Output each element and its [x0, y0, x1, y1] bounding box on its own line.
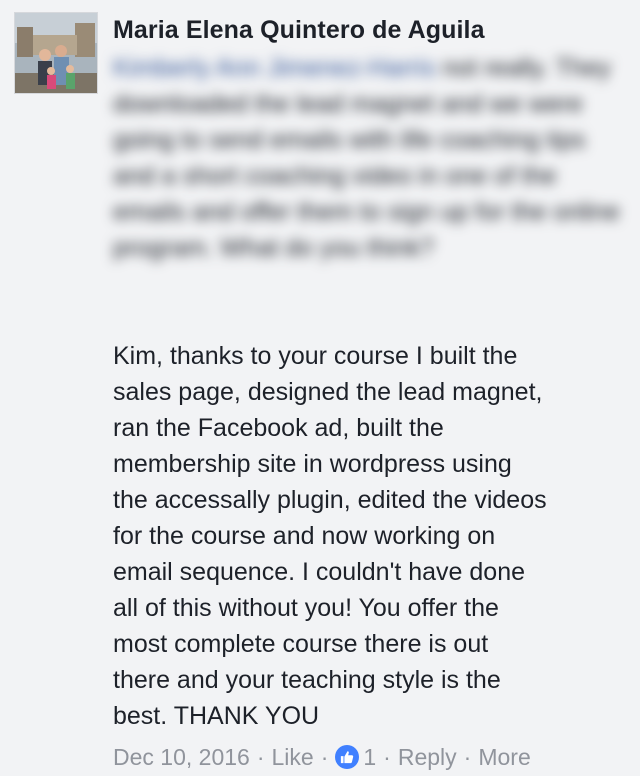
like-count[interactable]: 1 — [363, 744, 376, 771]
separator: · — [383, 743, 391, 770]
comment-body: Kim, thanks to your course I built the s… — [113, 342, 547, 730]
thumbs-up-icon[interactable] — [335, 745, 360, 769]
avatar[interactable] — [14, 12, 98, 94]
separator: · — [256, 743, 265, 770]
separator: · — [463, 743, 472, 770]
comment: Maria Elena Quintero de Aguila Kimberly … — [0, 0, 640, 776]
blurred-text: not really. They downloaded the lead mag… — [113, 54, 620, 262]
comment-meta: Dec 10, 2016 · Like · 1 · Reply · More — [113, 740, 531, 774]
avatar-photo — [15, 13, 97, 93]
timestamp-link[interactable]: Dec 10, 2016 — [113, 744, 250, 771]
separator: · — [320, 743, 329, 770]
blurred-quoted-comment: Kimberly Ann Jimenez-Harris not really. … — [113, 50, 623, 266]
reply-button[interactable]: Reply — [398, 744, 457, 771]
like-button[interactable]: Like — [272, 744, 314, 771]
more-button[interactable]: More — [478, 744, 530, 771]
blurred-mention: Kimberly Ann Jimenez-Harris — [113, 54, 436, 82]
author-name[interactable]: Maria Elena Quintero de Aguila — [113, 16, 485, 45]
